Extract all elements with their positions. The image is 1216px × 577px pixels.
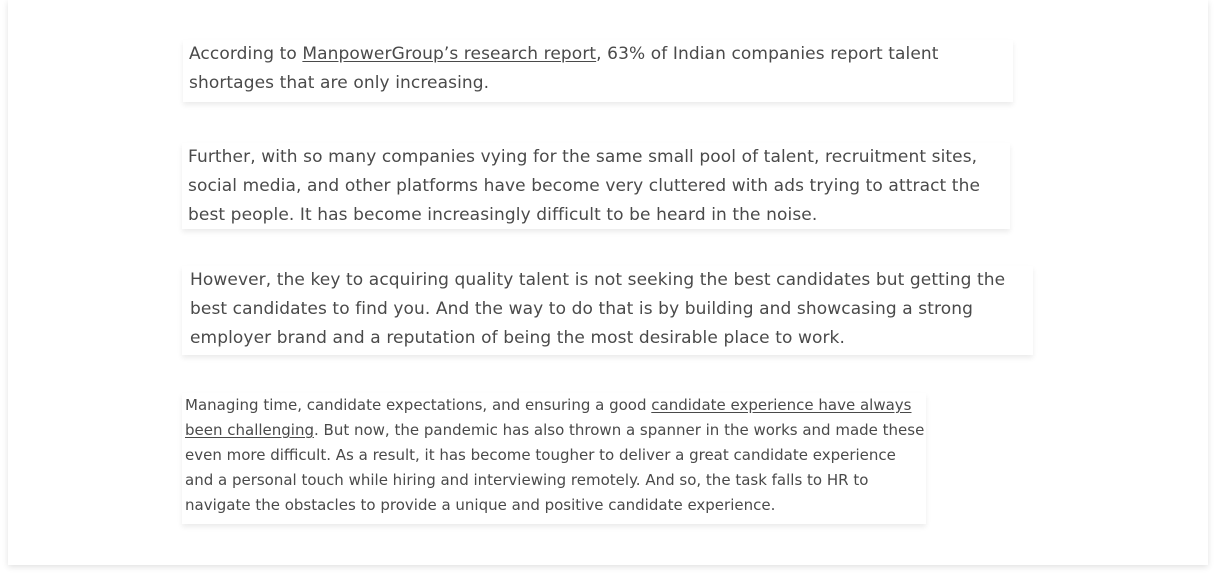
paragraph-candidate-experience: Managing time, candidate expectations, a… — [182, 393, 926, 524]
paragraph-text: According to — [189, 44, 303, 64]
paragraph-text: However, the key to acquiring quality ta… — [190, 270, 1006, 348]
paragraph-talent-shortage: According to ManpowerGroup’s research re… — [183, 40, 1013, 102]
paragraph-text: Managing time, candidate expectations, a… — [185, 396, 652, 414]
paragraph-text: Further, with so many companies vying fo… — [188, 147, 981, 225]
manpowergroup-report-link[interactable]: ManpowerGroup’s research report — [302, 44, 596, 64]
paragraph-employer-brand: However, the key to acquiring quality ta… — [182, 266, 1033, 355]
paragraph-cluttered-platforms: Further, with so many companies vying fo… — [182, 143, 1010, 229]
article-page: According to ManpowerGroup’s research re… — [8, 0, 1208, 565]
